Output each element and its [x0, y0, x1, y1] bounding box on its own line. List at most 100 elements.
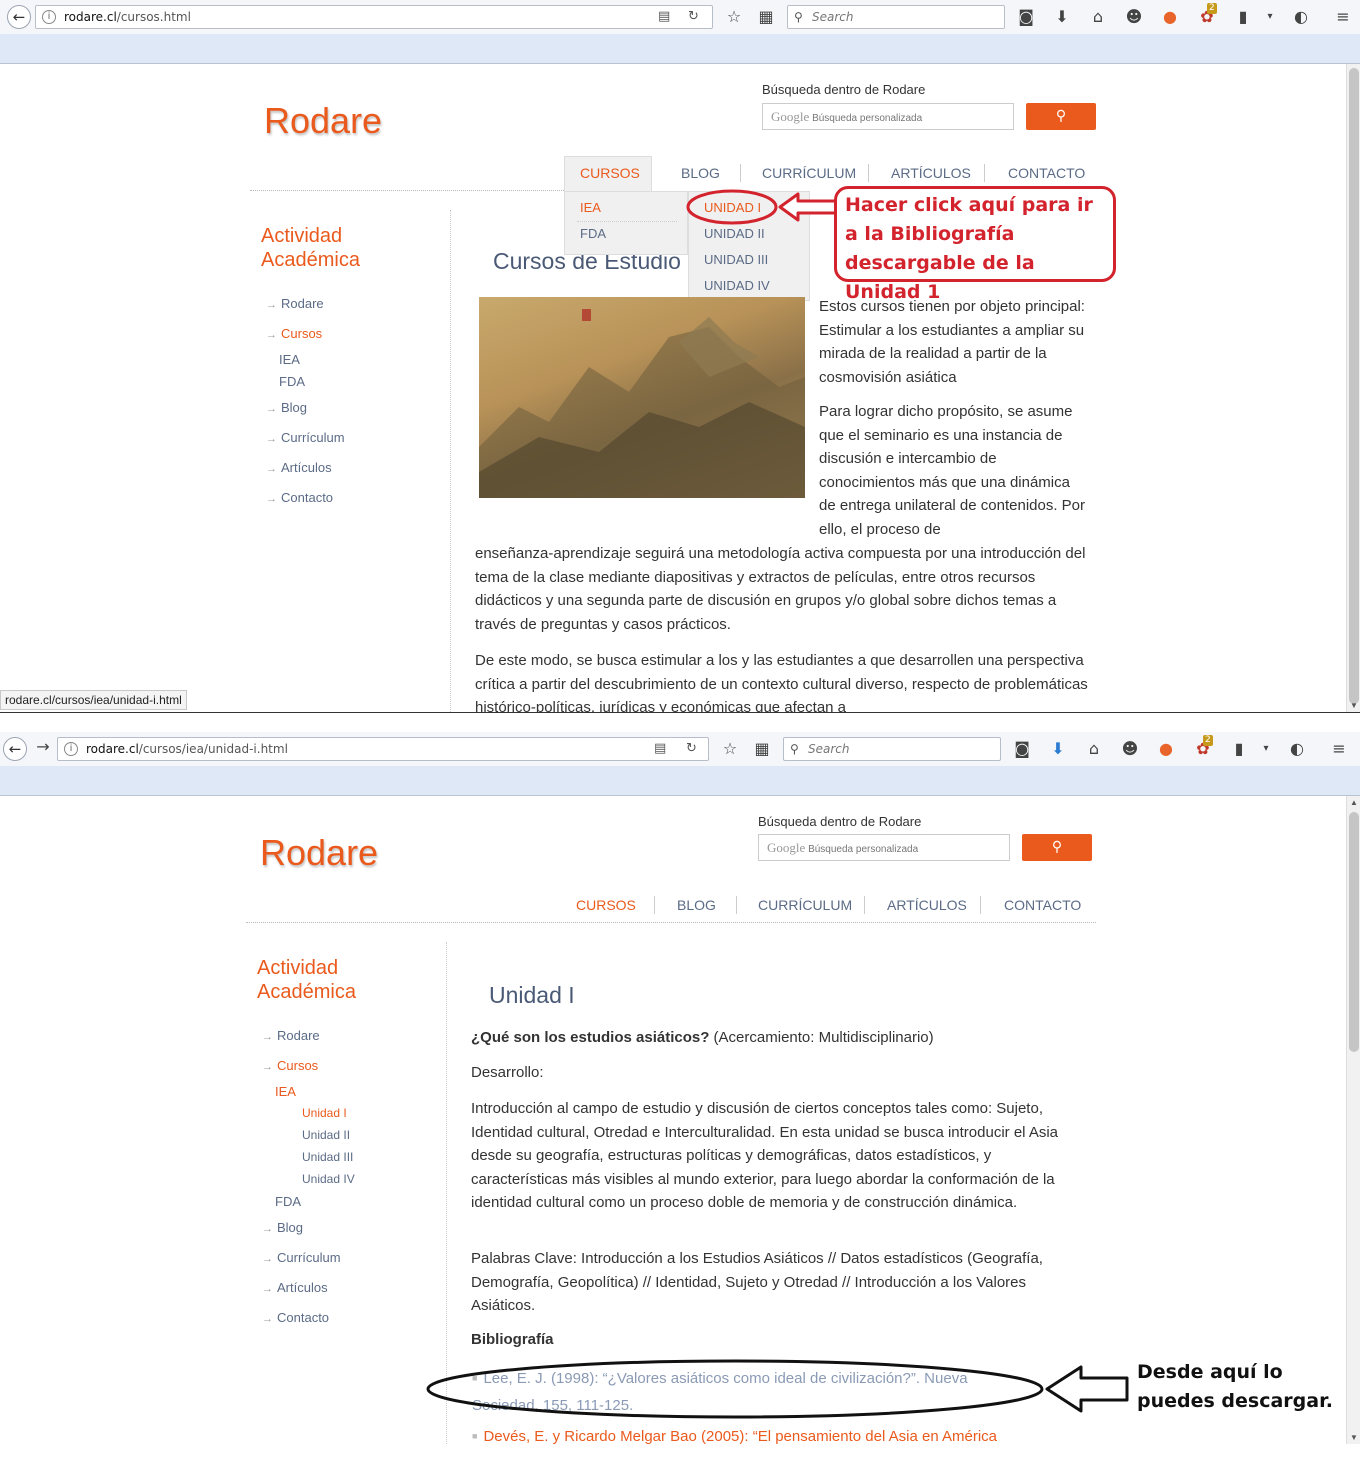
nav-cursos[interactable]: CURSOS: [580, 158, 640, 188]
scroll-up-icon[interactable]: ▲: [1350, 798, 1358, 807]
chat-icon[interactable]: ☻: [1120, 739, 1140, 759]
nav-articulos[interactable]: ARTÍCULOS: [891, 158, 971, 188]
nav-curriculum[interactable]: CURRÍCULUM: [762, 158, 856, 188]
google-label: Google: [767, 840, 806, 855]
google-label: Google: [771, 109, 810, 124]
clipboard-icon[interactable]: ▮: [1229, 739, 1249, 759]
sidebar-item-iea[interactable]: IEA: [279, 352, 300, 367]
nav-contacto[interactable]: CONTACTO: [1004, 890, 1081, 920]
reload-icon[interactable]: ↻: [688, 6, 699, 28]
nav-separator: [984, 164, 985, 182]
addon-icon[interactable]: ✿ 2: [1193, 735, 1213, 759]
reader-view-icon[interactable]: ▤: [654, 738, 666, 760]
chat-icon[interactable]: ☻: [1124, 7, 1144, 27]
screenshot-separator: [0, 712, 1360, 732]
info-icon[interactable]: i: [42, 10, 56, 24]
sync-icon[interactable]: ◐: [1287, 739, 1307, 759]
sidebar-title-line2: Académica: [261, 249, 360, 271]
bullet-icon: ■: [472, 1431, 478, 1441]
site-search-input[interactable]: Google Búsqueda personalizada: [758, 834, 1010, 861]
browser-search-input[interactable]: ⚲ Search: [787, 5, 1005, 29]
sidebar-item-fda[interactable]: FDA: [275, 1194, 301, 1209]
scrollbar-thumb[interactable]: [1349, 812, 1359, 1052]
sidebar-item-contacto[interactable]: → Contacto: [266, 490, 333, 505]
sidebar-item-blog[interactable]: → Blog: [262, 1220, 303, 1235]
nav-blog[interactable]: BLOG: [677, 890, 716, 920]
sidebar-item-curriculum[interactable]: → Currículum: [266, 430, 345, 445]
reading-list-icon[interactable]: ▦: [756, 7, 776, 27]
painting-mountains-graphic: [479, 309, 805, 498]
hello-icon[interactable]: ●: [1160, 7, 1180, 27]
site-logo[interactable]: Rodare: [264, 100, 382, 142]
addon-icon[interactable]: ✿ 2: [1197, 3, 1217, 27]
reader-view-icon[interactable]: ▤: [658, 6, 670, 28]
paragraph-keywords: Palabras Clave: Introducción a los Estud…: [471, 1250, 1043, 1314]
bookmark-star-icon[interactable]: ☆: [720, 739, 740, 759]
dropdown-item-fda[interactable]: FDA: [580, 226, 606, 241]
bookmarks-area: [0, 766, 1360, 796]
download-icon[interactable]: ⬇: [1048, 739, 1068, 759]
nav-contacto[interactable]: CONTACTO: [1008, 158, 1085, 188]
url-bar[interactable]: i rodare.cl/cursos/iea/unidad-i.html ▤ ↻: [57, 737, 709, 761]
nav-blog[interactable]: BLOG: [681, 158, 720, 188]
scrollbar[interactable]: ▲ ▼: [1346, 64, 1360, 712]
sidebar-item-contacto[interactable]: → Contacto: [262, 1310, 329, 1325]
sidebar-item-fda[interactable]: FDA: [279, 374, 305, 389]
scroll-down-icon[interactable]: ▼: [1350, 701, 1358, 710]
chevron-down-icon[interactable]: ▾: [1260, 7, 1280, 27]
site-search-input[interactable]: Google Búsqueda personalizada: [762, 103, 1014, 130]
chevron-down-icon[interactable]: ▾: [1256, 739, 1276, 759]
hello-icon[interactable]: ●: [1156, 739, 1176, 759]
nav-separator: [740, 164, 741, 182]
sidebar-item-rodare[interactable]: → Rodare: [262, 1028, 320, 1043]
site-search-button[interactable]: ⚲: [1022, 834, 1092, 861]
dropdown-item-unidad-4[interactable]: UNIDAD IV: [704, 278, 770, 293]
sidebar-item-articulos[interactable]: → Artículos: [266, 460, 332, 475]
sidebar-item-unidad-3[interactable]: Unidad III: [302, 1150, 353, 1164]
site-search-placeholder: Búsqueda personalizada: [812, 113, 923, 124]
home-icon[interactable]: ⌂: [1084, 739, 1104, 759]
home-icon[interactable]: ⌂: [1088, 7, 1108, 27]
info-icon[interactable]: i: [64, 742, 78, 756]
download-icon[interactable]: ⬇: [1052, 7, 1072, 27]
sync-icon[interactable]: ◐: [1291, 7, 1311, 27]
url-bar[interactable]: i rodare.cl/cursos.html ▤ ↻: [35, 5, 713, 29]
back-icon[interactable]: ←: [7, 5, 31, 29]
scrollbar-thumb[interactable]: [1349, 68, 1359, 704]
sidebar-item-iea[interactable]: IEA: [275, 1084, 296, 1099]
sidebar-item-curriculum[interactable]: → Currículum: [262, 1250, 341, 1265]
site-search-button[interactable]: ⚲: [1026, 103, 1096, 130]
forward-icon[interactable]: →: [33, 737, 53, 757]
dropdown-item-unidad-3[interactable]: UNIDAD III: [704, 252, 768, 267]
dropdown-item-iea[interactable]: IEA: [580, 200, 601, 215]
browser-search-input[interactable]: ⚲ Search: [783, 737, 1001, 761]
reading-list-icon[interactable]: ▦: [752, 739, 772, 759]
pocket-icon[interactable]: ◙: [1016, 7, 1036, 27]
nav-articulos[interactable]: ARTÍCULOS: [887, 890, 967, 920]
menu-icon[interactable]: ≡: [1333, 7, 1353, 27]
sidebar-item-rodare[interactable]: → Rodare: [266, 296, 324, 311]
question-bold: ¿Qué son los estudios asiáticos?: [471, 1029, 710, 1046]
arrow-icon: →: [262, 1313, 273, 1325]
clipboard-icon[interactable]: ▮: [1233, 7, 1253, 27]
pocket-icon[interactable]: ◙: [1012, 739, 1032, 759]
sidebar-item-cursos[interactable]: → Cursos: [266, 326, 322, 341]
sidebar-item-blog[interactable]: → Blog: [266, 400, 307, 415]
sidebar-item-unidad-2[interactable]: Unidad II: [302, 1128, 350, 1142]
sidebar-item-unidad-4[interactable]: Unidad IV: [302, 1172, 355, 1186]
scroll-down-icon[interactable]: ▼: [1350, 1433, 1358, 1442]
bookmark-star-icon[interactable]: ☆: [724, 7, 744, 27]
page-viewport: Rodare Búsqueda dentro de Rodare Google …: [0, 64, 1346, 712]
sidebar-item-unidad-1[interactable]: Unidad I: [302, 1106, 347, 1120]
scrollbar[interactable]: ▲ ▼: [1346, 796, 1360, 1444]
nav-curriculum[interactable]: CURRÍCULUM: [758, 890, 852, 920]
nav-cursos[interactable]: CURSOS: [576, 890, 636, 920]
sidebar-item-cursos[interactable]: → Cursos: [262, 1058, 318, 1073]
menu-icon[interactable]: ≡: [1329, 739, 1349, 759]
main-nav: CURSOS BLOG CURRÍCULUM ARTÍCULOS CONTACT…: [560, 890, 1100, 920]
site-logo[interactable]: Rodare: [260, 832, 378, 874]
dropdown-item-unidad-2[interactable]: UNIDAD II: [704, 226, 765, 241]
reload-icon[interactable]: ↻: [686, 738, 697, 760]
sidebar-item-articulos[interactable]: → Artículos: [262, 1280, 328, 1295]
back-icon[interactable]: ←: [3, 737, 27, 761]
